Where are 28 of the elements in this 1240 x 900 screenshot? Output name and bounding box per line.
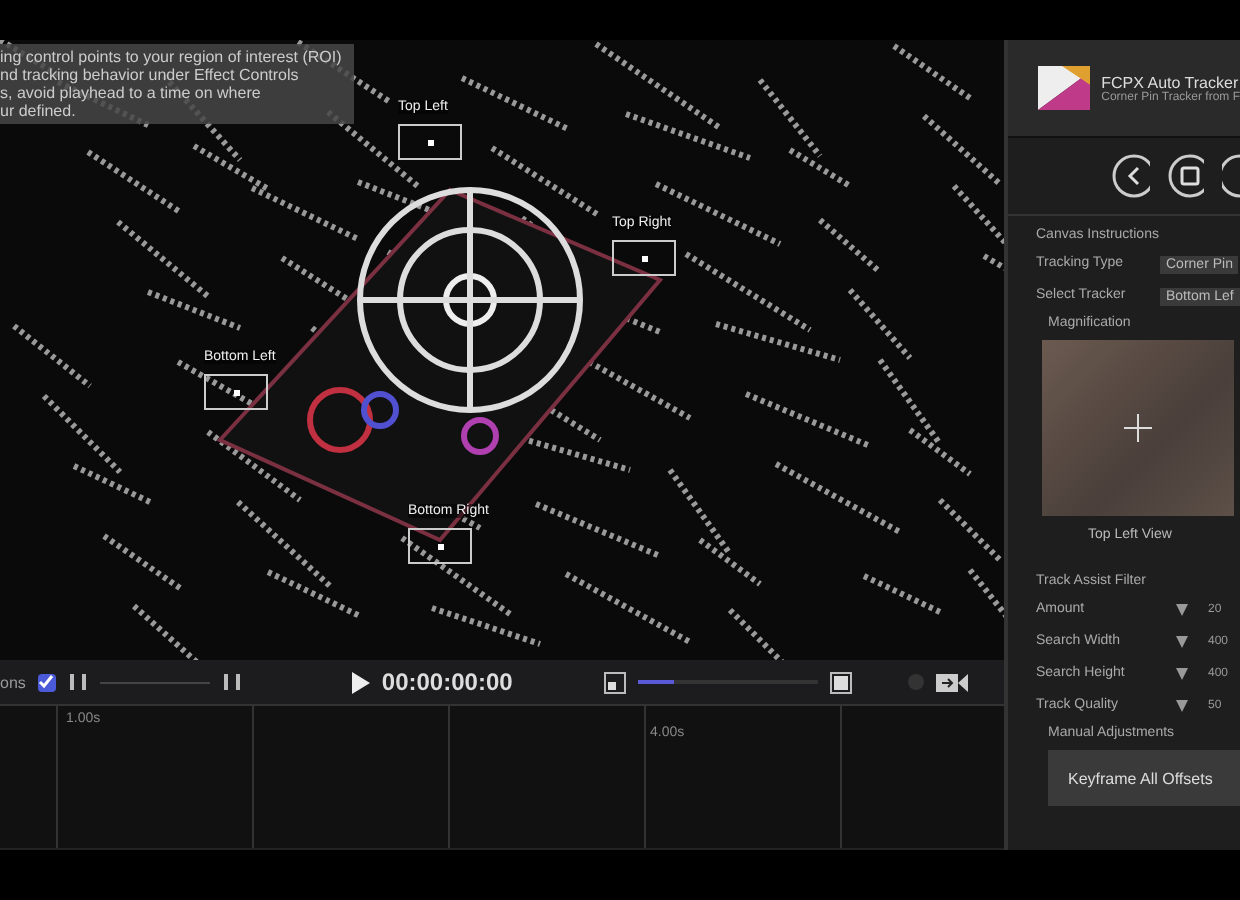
timecode: 00:00:00:00: [381, 668, 513, 696]
dot-icon[interactable]: [908, 674, 925, 690]
marker-icon[interactable]: [221, 672, 242, 692]
option-label: ons: [0, 673, 26, 691]
play-icon[interactable]: [349, 671, 370, 693]
plugin-title: FCPX Auto Tracker: [1101, 73, 1240, 91]
back-button[interactable]: [1112, 154, 1150, 198]
slider-thumb[interactable]: [1176, 603, 1188, 617]
slider-thumb[interactable]: [1176, 667, 1188, 681]
tracking-pin[interactable]: [204, 374, 268, 410]
logo-icon: [1038, 66, 1090, 110]
small-view-icon[interactable]: [604, 671, 627, 693]
keyframe-button[interactable]: Keyframe All Offsets: [1048, 750, 1240, 806]
instruction-text: ing control points to your region of interest (ROI): [0, 48, 342, 66]
tracking-pin[interactable]: [398, 124, 462, 160]
instruction-text: nd tracking behavior under Effect Controls: [0, 66, 301, 84]
stop-button[interactable]: [1167, 154, 1205, 198]
crosshair-icon: [1124, 414, 1152, 442]
tracking-pin[interactable]: [612, 240, 676, 276]
slider-thumb[interactable]: [1176, 699, 1188, 713]
tracking-pin[interactable]: [408, 528, 472, 564]
marker-icon[interactable]: [67, 672, 88, 692]
instruction-text: s, avoid playhead to a time on where: [0, 84, 263, 102]
instruction-text: ur defined.: [0, 102, 78, 120]
slider-thumb[interactable]: [1176, 635, 1188, 649]
large-view-icon[interactable]: [830, 671, 853, 693]
checkbox[interactable]: [37, 673, 56, 691]
export-icon[interactable]: [936, 671, 969, 693]
